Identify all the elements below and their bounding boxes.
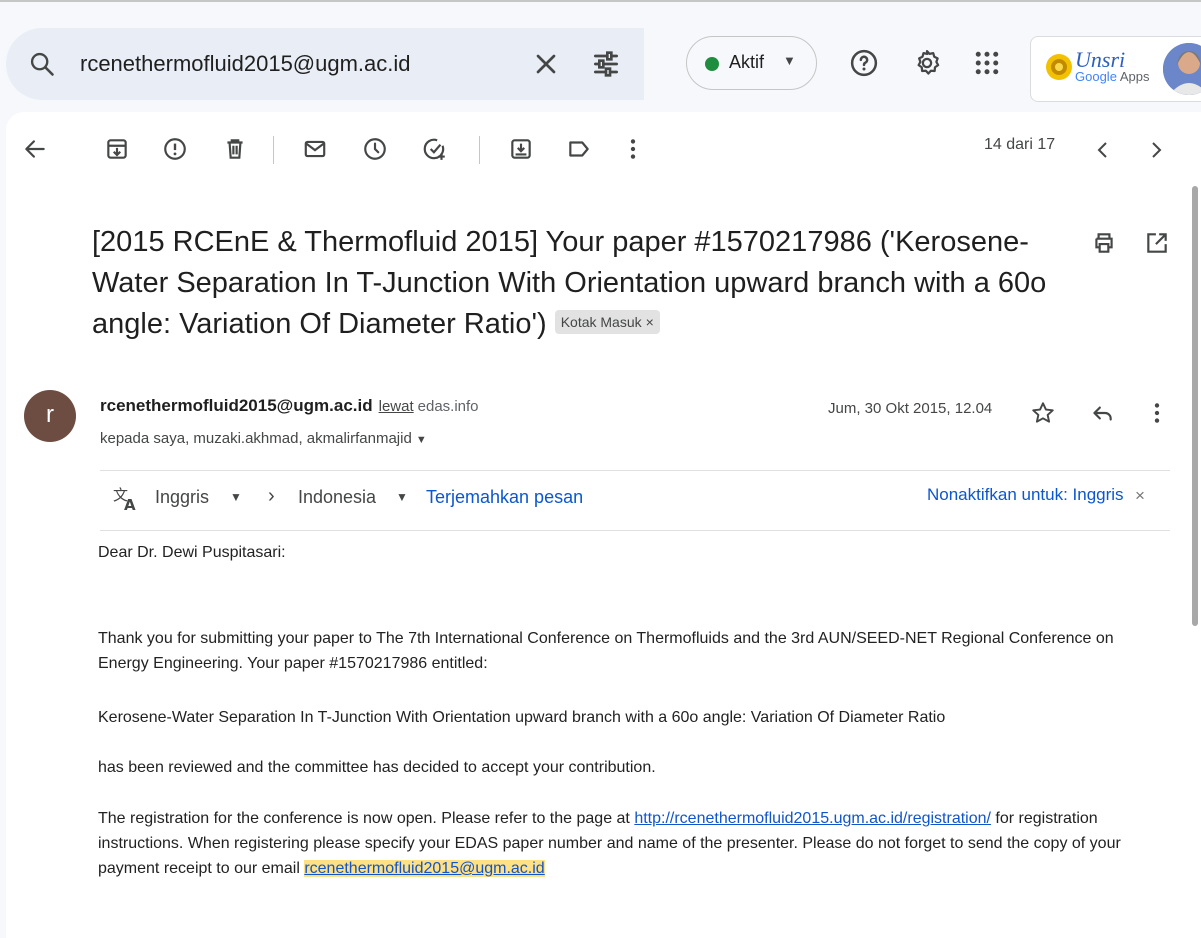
sender-avatar[interactable]: r	[24, 390, 76, 442]
apps-grid-icon[interactable]	[972, 48, 1002, 78]
recipients-text: kepada saya, muzaki.akhmad, akmalirfanma…	[100, 430, 412, 447]
label-chip-text: Kotak Masuk	[560, 314, 642, 331]
email-subject: [2015 RCEnE & Thermofluid 2015] Your pap…	[92, 222, 1052, 345]
body-paragraph: has been reviewed and the committee has …	[98, 759, 656, 776]
university-seal-icon	[1046, 54, 1072, 80]
arrow-right-icon: ›	[268, 485, 275, 507]
sender-name[interactable]: rcenethermofluid2015@ugm.ac.id	[100, 396, 373, 415]
top-border	[0, 0, 1201, 2]
delete-icon[interactable]	[222, 136, 248, 162]
inbox-label-chip[interactable]: Kotak Masuk ×	[554, 310, 660, 335]
body-paragraph: The registration for the conference is n…	[98, 806, 1168, 881]
chevron-down-icon[interactable]: ▼	[230, 490, 242, 504]
back-arrow-icon[interactable]	[22, 136, 48, 162]
via-domain: edas.info	[417, 398, 479, 415]
profile-photo-icon	[1163, 43, 1201, 95]
reply-icon[interactable]	[1089, 400, 1115, 426]
snooze-icon[interactable]	[362, 136, 388, 162]
remove-label-icon[interactable]: ×	[646, 314, 654, 330]
recipients-line[interactable]: kepada saya, muzaki.akhmad, akmalirfanma…	[100, 430, 427, 447]
status-label: Aktif	[729, 52, 765, 72]
status-selector[interactable]: Aktif ▼	[686, 36, 817, 90]
report-spam-icon[interactable]	[162, 136, 188, 162]
svg-text:A: A	[124, 496, 136, 514]
chevron-down-icon[interactable]: ▼	[396, 490, 408, 504]
search-input[interactable]: rcenethermofluid2015@ugm.ac.id	[80, 51, 411, 77]
org-logo: Unsri Google Apps	[1045, 45, 1155, 93]
divider	[100, 470, 1170, 471]
more-options-icon[interactable]	[1144, 400, 1170, 426]
chevron-left-icon[interactable]	[1091, 138, 1115, 162]
help-icon[interactable]	[849, 48, 879, 78]
account-box[interactable]: Unsri Google Apps	[1030, 36, 1201, 102]
toolbar-separator	[479, 136, 480, 164]
translate-icon: 文A	[113, 486, 136, 514]
clear-search-icon[interactable]	[530, 48, 562, 80]
chevron-down-icon: ▼	[783, 53, 796, 68]
chevron-right-icon[interactable]	[1144, 138, 1168, 162]
translate-bar: 文A Inggris ▼ › Indonesia ▼ Terjemahkan p…	[100, 482, 1170, 522]
apps-wordmark: Apps	[1119, 69, 1150, 84]
search-icon[interactable]	[28, 50, 56, 78]
close-icon[interactable]: ×	[1135, 486, 1145, 506]
message-counter: 14 dari 17	[984, 136, 1056, 153]
toolbar-separator	[273, 136, 274, 164]
email-link[interactable]: rcenethermofluid2015@ugm.ac.id	[304, 860, 545, 877]
paper-title: Kerosene-Water Separation In T-Junction …	[98, 709, 946, 726]
archive-icon[interactable]	[104, 136, 130, 162]
greeting: Dear Dr. Dewi Puspitasari:	[98, 544, 286, 561]
settings-icon[interactable]	[912, 48, 942, 78]
translate-message-link[interactable]: Terjemahkan pesan	[426, 487, 583, 508]
add-task-icon[interactable]	[422, 136, 448, 162]
target-language-select[interactable]: Indonesia	[298, 487, 376, 508]
divider	[100, 530, 1170, 531]
print-icon[interactable]	[1091, 230, 1117, 256]
email-date: Jum, 30 Okt 2015, 12.04	[828, 400, 993, 417]
body-paragraph: Thank you for submitting your paper to T…	[98, 630, 1114, 672]
org-logo-subtitle: Google Apps	[1075, 69, 1149, 84]
search-options-icon[interactable]	[590, 48, 622, 80]
turn-off-translation-link[interactable]: Nonaktifkan untuk: Inggris	[927, 485, 1124, 505]
scrollbar[interactable]	[1192, 186, 1198, 626]
label-icon[interactable]	[566, 136, 592, 162]
sender-line: rcenethermofluid2015@ugm.ac.id lewat edas.…	[100, 396, 479, 416]
source-language-select[interactable]: Inggris	[155, 487, 209, 508]
chevron-down-icon[interactable]: ▼	[416, 434, 427, 446]
paragraph-text: The registration for the conference is n…	[98, 810, 635, 827]
open-in-new-window-icon[interactable]	[1144, 230, 1170, 256]
search-bar[interactable]: rcenethermofluid2015@ugm.ac.id	[6, 28, 644, 100]
star-icon[interactable]	[1030, 400, 1056, 426]
account-avatar[interactable]	[1163, 43, 1201, 95]
status-dot	[705, 57, 719, 71]
move-to-icon[interactable]	[508, 136, 534, 162]
google-wordmark: Google	[1075, 69, 1117, 84]
registration-link[interactable]: http://rcenethermofluid2015.ugm.ac.id/re…	[634, 810, 991, 827]
mark-unread-icon[interactable]	[302, 136, 328, 162]
email-panel: 14 dari 17 [2015 RCEnE & Thermofluid 201…	[6, 112, 1201, 938]
more-vert-icon[interactable]	[620, 136, 646, 162]
via-link[interactable]: lewat	[379, 398, 414, 415]
